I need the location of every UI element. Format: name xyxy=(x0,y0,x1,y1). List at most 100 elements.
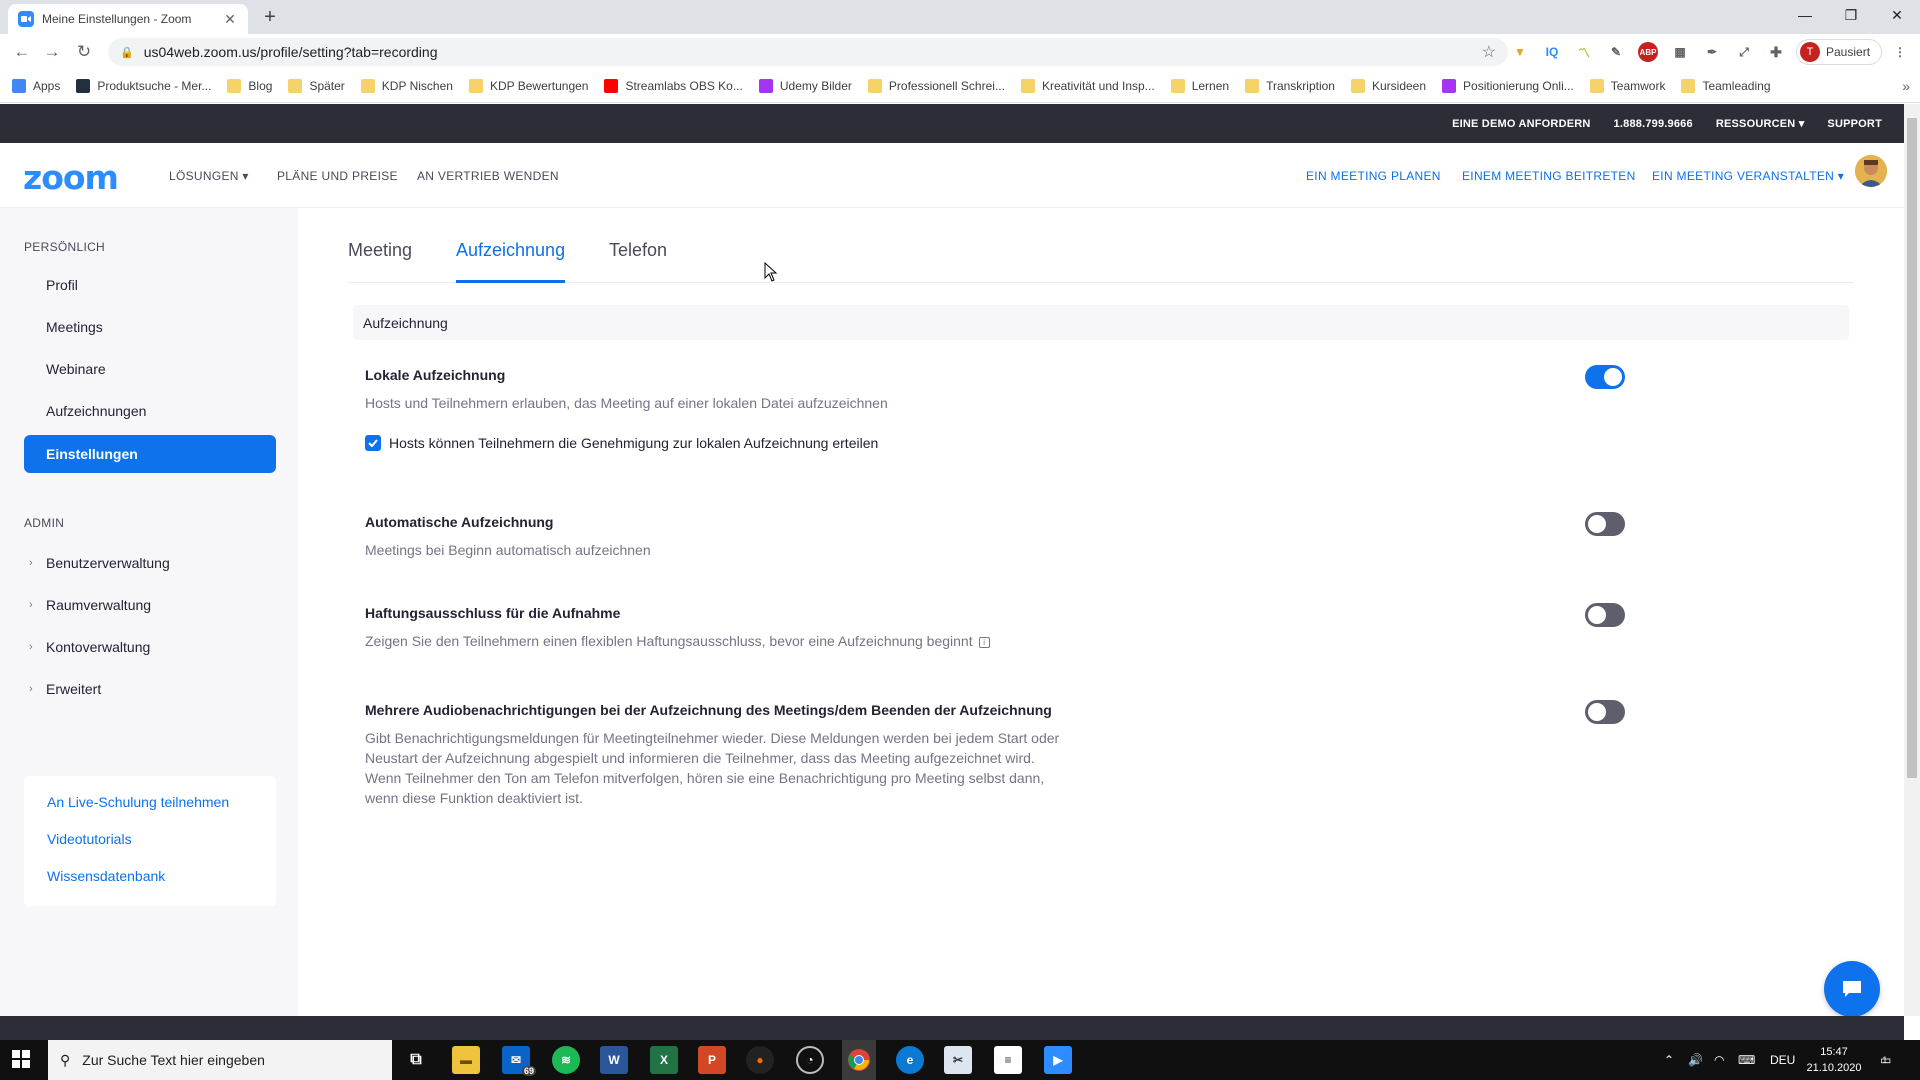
sidebar-item-advanced[interactable]: › Erweitert xyxy=(24,674,276,704)
info-icon[interactable]: i xyxy=(978,636,990,648)
adblock-icon[interactable]: ABP xyxy=(1638,42,1658,62)
volume-icon[interactable]: 🔊 xyxy=(1688,1040,1703,1080)
firefox-icon[interactable]: ● xyxy=(746,1046,774,1074)
sidebar-item-meetings[interactable]: Meetings xyxy=(24,308,276,346)
reload-icon[interactable]: ↻ xyxy=(72,40,96,64)
back-icon[interactable]: ← xyxy=(10,40,34,64)
sidebar-item-recordings[interactable]: Aufzeichnungen xyxy=(24,392,276,430)
join-meeting-link[interactable]: EINEM MEETING BEITRETEN xyxy=(1462,169,1636,183)
toggle-auto-recording[interactable] xyxy=(1585,512,1625,536)
file-explorer-icon[interactable]: ▬ xyxy=(452,1046,480,1074)
sidebar-item-user-management[interactable]: › Benutzerverwaltung xyxy=(24,548,276,578)
toggle-local-recording[interactable] xyxy=(1585,365,1625,389)
user-avatar[interactable] xyxy=(1855,155,1887,187)
live-training-link[interactable]: An Live-Schulung teilnehmen xyxy=(24,790,276,827)
tab-meeting[interactable]: Meeting xyxy=(348,236,412,283)
extension-iq-icon[interactable]: IQ xyxy=(1542,42,1562,62)
sidebar-item-room-management[interactable]: › Raumverwaltung xyxy=(24,590,276,620)
bookmark-item[interactable]: Lernen xyxy=(1170,79,1229,93)
keyboard-icon[interactable]: ⌨ xyxy=(1738,1040,1755,1080)
setting-local-recording: Lokale Aufzeichnung Hosts und Teilnehmer… xyxy=(365,365,1665,451)
bookmark-item[interactable]: Teamleading xyxy=(1681,79,1771,93)
sidebar-item-profile[interactable]: Profil xyxy=(24,266,276,304)
eyedropper-icon[interactable]: ✒ xyxy=(1702,42,1722,62)
bookmark-label: Teamwork xyxy=(1610,79,1666,93)
notepad-icon[interactable]: ≡ xyxy=(994,1046,1022,1074)
bookmark-item[interactable]: Kursideen xyxy=(1350,79,1426,93)
sidebar-item-webinars[interactable]: Webinare xyxy=(24,350,276,388)
bookmark-star-icon[interactable]: ☆ xyxy=(1482,42,1496,62)
page-scrollbar[interactable] xyxy=(1904,104,1920,1016)
taskbar-search[interactable]: ⚲ Zur Suche Text hier eingeben xyxy=(48,1040,392,1080)
task-view-icon[interactable]: ⧉ xyxy=(402,1046,430,1074)
scrollbar-thumb[interactable] xyxy=(1907,118,1917,778)
bookmark-item[interactable]: KDP Bewertungen xyxy=(468,79,588,93)
bookmark-item[interactable]: Teamwork xyxy=(1589,79,1666,93)
bookmark-item[interactable]: KDP Nischen xyxy=(360,79,453,93)
plans-link[interactable]: PLÄNE UND PREISE xyxy=(277,169,398,183)
address-bar[interactable]: 🔒 us04web.zoom.us/profile/setting?tab=re… xyxy=(108,38,1508,66)
forward-icon[interactable]: → xyxy=(40,40,64,64)
minimize-icon[interactable]: — xyxy=(1782,0,1828,30)
extension-grid-icon[interactable]: ▦ xyxy=(1670,42,1690,62)
bookmark-item[interactable]: Apps xyxy=(12,79,60,93)
tab-phone[interactable]: Telefon xyxy=(609,236,667,283)
browser-tab[interactable]: Meine Einstellungen - Zoom ✕ xyxy=(8,4,248,34)
snipping-tool-icon[interactable]: ✂ xyxy=(944,1046,972,1074)
windows-start-icon[interactable] xyxy=(12,1050,30,1068)
bookmark-item[interactable]: Produktsuche - Mer... xyxy=(76,79,211,93)
chat-button[interactable] xyxy=(1824,961,1880,1017)
video-tutorials-link[interactable]: Videotutorials xyxy=(24,827,276,864)
toggle-audio-notifications[interactable] xyxy=(1585,700,1625,724)
mail-icon[interactable]: ✉ 69 xyxy=(502,1046,536,1076)
powerpoint-icon[interactable]: P xyxy=(698,1046,726,1074)
extension-script-icon[interactable]: ✎ xyxy=(1606,42,1626,62)
edge-icon[interactable]: e xyxy=(896,1046,924,1074)
close-window-icon[interactable]: ✕ xyxy=(1874,0,1920,30)
spotify-icon[interactable]: ≋ xyxy=(552,1046,580,1074)
zoom-app-icon[interactable]: ▶ xyxy=(1044,1046,1072,1074)
extension-graph-icon[interactable]: 〽 xyxy=(1574,42,1594,62)
language-indicator[interactable]: DEU xyxy=(1770,1040,1795,1080)
bookmark-item[interactable]: Udemy Bilder xyxy=(758,79,852,93)
schedule-meeting-link[interactable]: EIN MEETING PLANEN xyxy=(1306,169,1441,183)
support-link[interactable]: SUPPORT xyxy=(1827,118,1882,130)
contact-sales-link[interactable]: AN VERTRIEB WENDEN xyxy=(417,169,559,183)
new-tab-button[interactable]: + xyxy=(258,6,282,29)
browser-menu-icon[interactable]: ⋮ xyxy=(1890,42,1910,62)
zoom-logo[interactable]: zoom xyxy=(23,158,119,197)
resources-menu[interactable]: RESSOURCEN ▾ xyxy=(1716,117,1805,130)
extensions-puzzle-icon[interactable]: ✚ xyxy=(1766,42,1786,62)
sidebar-item-settings[interactable]: Einstellungen xyxy=(24,435,276,473)
request-demo-link[interactable]: EINE DEMO ANFORDERN xyxy=(1452,118,1590,130)
bookmark-item[interactable]: Professionell Schrei... xyxy=(867,79,1005,93)
word-icon[interactable]: W xyxy=(600,1046,628,1074)
network-icon[interactable]: ◠ xyxy=(1714,1040,1724,1080)
tab-close-icon[interactable]: ✕ xyxy=(222,11,238,28)
bookmarks-overflow-icon[interactable]: » xyxy=(1902,78,1910,94)
clock[interactable]: 15:47 21.10.2020 xyxy=(1806,1044,1862,1076)
permission-checkbox-row[interactable]: Hosts können Teilnehmern die Genehmigung… xyxy=(365,435,1665,451)
tray-chevron-icon[interactable]: ⌃ xyxy=(1664,1040,1674,1080)
bookmark-item[interactable]: Kreativität und Insp... xyxy=(1020,79,1155,93)
sidebar-item-account-management[interactable]: › Kontoverwaltung xyxy=(24,632,276,662)
bookmark-item[interactable]: Positionierung Onli... xyxy=(1442,79,1574,93)
extension-pin-icon[interactable]: ▼ xyxy=(1510,42,1530,62)
notification-icon[interactable]: ▭ 1 xyxy=(1880,1040,1891,1080)
host-meeting-menu[interactable]: EIN MEETING VERANSTALTEN ▾ xyxy=(1652,169,1844,183)
bookmark-item[interactable]: Streamlabs OBS Ko... xyxy=(604,79,743,93)
chrome-icon[interactable] xyxy=(842,1040,876,1080)
excel-icon[interactable]: X xyxy=(650,1046,678,1074)
bookmark-item[interactable]: Blog xyxy=(227,79,272,93)
obs-icon[interactable]: ◔ xyxy=(796,1046,824,1074)
checkbox-checked-icon[interactable] xyxy=(365,435,381,451)
toggle-recording-disclaimer[interactable] xyxy=(1585,603,1625,627)
fullscreen-icon[interactable]: ⤢ xyxy=(1734,42,1754,62)
knowledge-base-link[interactable]: Wissensdatenbank xyxy=(24,864,276,901)
profile-button[interactable]: T Pausiert xyxy=(1796,39,1882,65)
restore-icon[interactable]: ❐ xyxy=(1828,0,1874,30)
bookmark-item[interactable]: Später xyxy=(288,79,345,93)
bookmark-item[interactable]: Transkription xyxy=(1245,79,1335,93)
tab-recording[interactable]: Aufzeichnung xyxy=(456,236,566,283)
solutions-menu[interactable]: LÖSUNGEN ▾ xyxy=(169,169,249,183)
